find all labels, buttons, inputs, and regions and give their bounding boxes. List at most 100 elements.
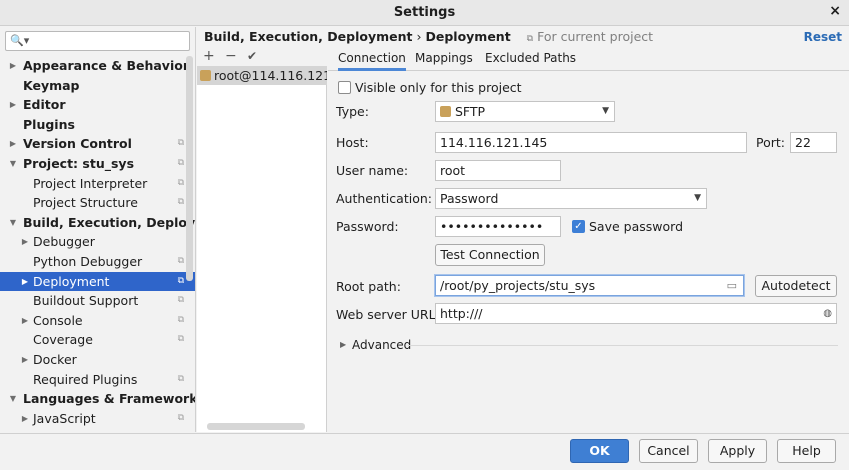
chevron-down-icon: ▼ [694, 193, 701, 203]
tree-item[interactable]: ▼ Build, Execution, Deployment [0, 213, 195, 233]
host-label: Host: [336, 135, 369, 150]
use-as-default-icon[interactable]: ✔ [247, 49, 257, 63]
tree-item[interactable]: ▶ Editor [0, 95, 195, 115]
type-label: Type: [336, 104, 369, 119]
advanced-section-label[interactable]: Advanced [352, 338, 411, 352]
tree-item[interactable]: Project Structure ⧉ [0, 193, 195, 213]
search-input[interactable]: 🔍▾ [5, 31, 190, 51]
tree-item[interactable]: ▶ Deployment ⧉ [0, 271, 195, 292]
tree-item-label: Keymap [23, 77, 80, 93]
authentication-select-value: Password [440, 191, 499, 206]
project-scope-icon: ⧉ [177, 157, 184, 168]
tree-item[interactable]: Required Plugins ⧉ [0, 370, 195, 390]
folder-icon[interactable]: ▭ [727, 276, 737, 295]
test-connection-button[interactable]: Test Connection [435, 244, 545, 266]
tree-item-label: Project: stu_sys [23, 155, 135, 171]
chevron-right-icon[interactable]: ▶ [20, 311, 30, 331]
project-scope-icon: ⧉ [177, 373, 184, 384]
breadcrumb-current: Deployment [425, 29, 511, 44]
chevron-right-icon[interactable]: ▶ [8, 95, 18, 115]
dialog-footer: OK Cancel Apply Help [0, 433, 849, 470]
tree-scrollbar[interactable] [186, 56, 193, 281]
port-field[interactable]: 22 [790, 132, 837, 153]
chevron-right-icon[interactable]: ▶ [8, 134, 18, 154]
tree-item[interactable]: ▶ JavaScript ⧉ [0, 409, 195, 429]
chevron-right-icon[interactable]: ▶ [20, 272, 30, 292]
add-server-icon[interactable]: + [203, 48, 215, 64]
autodetect-button[interactable]: Autodetect [755, 275, 837, 297]
project-scope-icon: ⧉ [526, 34, 534, 44]
tree-item[interactable]: Coverage ⧉ [0, 330, 195, 350]
root-path-field[interactable]: /root/py_projects/stu_sys ▭ [435, 275, 744, 296]
tree-item[interactable]: Project Interpreter ⧉ [0, 174, 195, 194]
globe-icon[interactable]: ◍ [823, 304, 832, 323]
tab-connection[interactable]: Connection [338, 51, 406, 71]
advanced-divider [408, 345, 838, 346]
project-scope-icon: ⧉ [177, 177, 184, 188]
help-button[interactable]: Help [777, 439, 836, 463]
web-server-url-value: http:/// [440, 306, 483, 321]
reset-link[interactable]: Reset [804, 30, 842, 44]
chevron-right-icon[interactable]: ▶ [20, 232, 30, 252]
sftp-icon [440, 106, 451, 117]
project-scope-icon: ⧉ [177, 197, 184, 208]
tree-item-label: Version Control [23, 136, 132, 152]
tab-excluded-paths[interactable]: Excluded Paths [485, 51, 576, 65]
chevron-down-icon[interactable]: ▼ [8, 213, 18, 233]
chevron-down-icon[interactable]: ▼ [8, 389, 18, 409]
server-list-item[interactable]: root@114.116.121.145 [197, 66, 327, 85]
project-scope-icon: ⧉ [177, 295, 184, 306]
apply-button[interactable]: Apply [708, 439, 767, 463]
deployment-tabs: Connection Mappings Excluded Paths [328, 47, 849, 71]
tree-item[interactable]: Buildout Support ⧉ [0, 291, 195, 311]
type-select[interactable]: SFTP ▼ [435, 101, 615, 122]
chevron-down-icon: ▼ [602, 106, 609, 116]
password-field[interactable]: •••••••••••••• [435, 216, 561, 237]
dialog-title: Settings [393, 5, 456, 20]
chevron-right-icon[interactable]: ▶ [20, 350, 30, 370]
user-name-field[interactable]: root [435, 160, 561, 181]
tab-mappings[interactable]: Mappings [415, 51, 473, 65]
project-scope-icon: ⧉ [177, 255, 184, 266]
tree-item[interactable]: ▼ Languages & Frameworks [0, 389, 196, 409]
tree-item-label: Deployment [33, 273, 110, 289]
close-icon[interactable]: × [829, 3, 841, 19]
advanced-expand-icon[interactable]: ▶ [340, 340, 346, 349]
tree-item-label: Plugins [23, 116, 75, 132]
connection-form: Visible only for this project Type: SFTP… [328, 72, 849, 432]
ok-button[interactable]: OK [570, 439, 629, 463]
save-password-checkbox[interactable]: ✓ [572, 220, 585, 233]
visible-only-checkbox[interactable] [338, 81, 351, 94]
tree-item-label: Project Structure [33, 195, 138, 211]
project-scope-icon: ⧉ [177, 334, 184, 345]
chevron-right-icon[interactable]: ▶ [20, 409, 30, 429]
tree-item[interactable]: Keymap [0, 76, 195, 96]
tree-item[interactable]: Python Debugger ⧉ [0, 252, 195, 272]
tree-item[interactable]: ▶ Debugger [0, 232, 195, 252]
chevron-right-icon[interactable]: ▶ [8, 56, 18, 76]
cancel-button[interactable]: Cancel [639, 439, 698, 463]
server-list-item-label: root@114.116.121.145 [214, 68, 327, 83]
visible-only-label: Visible only for this project [355, 80, 522, 95]
tree-item-label: Project Interpreter [33, 175, 148, 191]
tree-item[interactable]: Plugins [0, 115, 195, 135]
authentication-select[interactable]: Password ▼ [435, 188, 707, 209]
web-server-url-field[interactable]: http:/// ◍ [435, 303, 837, 324]
remove-server-icon[interactable]: − [225, 48, 237, 64]
tree-item-label: Required Plugins [33, 371, 138, 387]
tree-item-label: Debugger [33, 234, 95, 250]
server-list-scrollbar[interactable] [207, 423, 305, 430]
tree-item[interactable]: ▶ Docker [0, 350, 195, 370]
tree-item[interactable]: ▶ Version Control ⧉ [0, 134, 195, 154]
tree-item-label: Languages & Frameworks [23, 391, 196, 407]
breadcrumb-separator: › [416, 29, 422, 44]
project-scope-icon: ⧉ [177, 138, 184, 149]
tree-item[interactable]: ▼ Project: stu_sys ⧉ [0, 154, 195, 174]
host-field[interactable]: 114.116.121.145 [435, 132, 747, 153]
tree-item-label: JavaScript [33, 410, 96, 426]
tree-item[interactable]: ▶ Appearance & Behavior [0, 56, 195, 76]
chevron-down-icon[interactable]: ▼ [8, 154, 18, 174]
tree-item[interactable]: ▶ Console ⧉ [0, 311, 195, 331]
breadcrumb-parent: Build, Execution, Deployment [204, 29, 413, 44]
password-label: Password: [336, 219, 399, 234]
